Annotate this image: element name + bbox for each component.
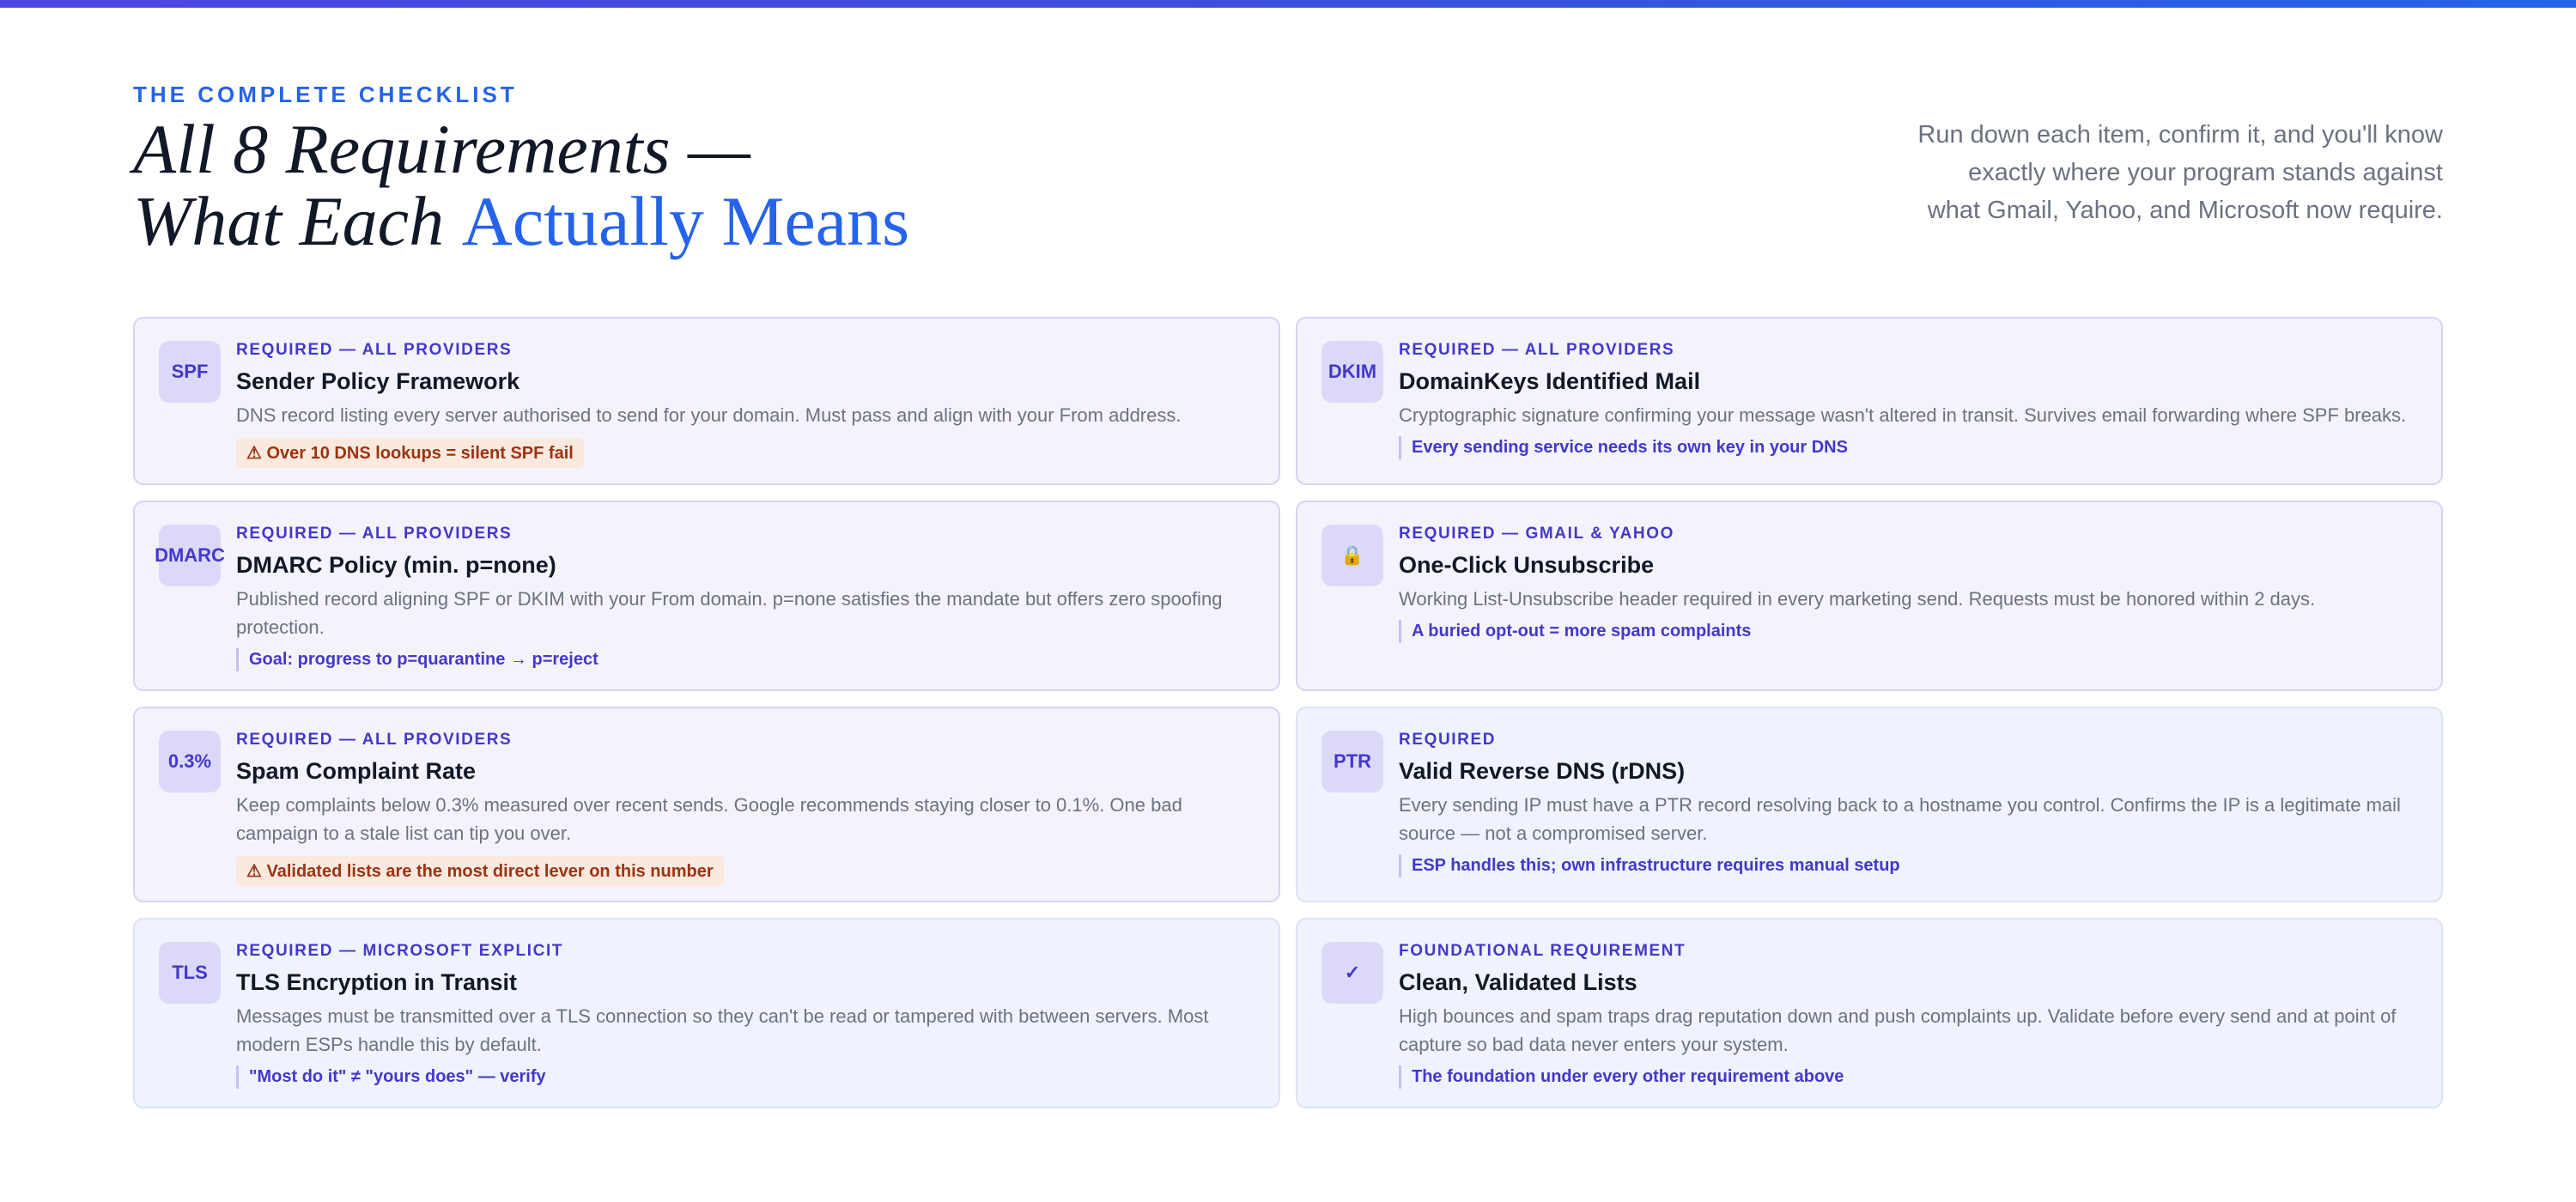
card-title: Clean, Validated Lists xyxy=(1399,969,1637,995)
info-callout: Every sending service needs its own key … xyxy=(1399,436,1848,459)
card-description: DNS record listing every server authoris… xyxy=(236,404,1182,426)
card-label: REQUIRED — MICROSOFT EXPLICIT xyxy=(236,942,564,960)
checkmark-icon: ✓ xyxy=(1321,942,1383,1004)
title-line-2: What Each xyxy=(133,182,462,260)
lock-icon: 🔒 xyxy=(1321,525,1383,586)
info-callout: Goal: progress to p=quarantine → p=rejec… xyxy=(236,648,598,671)
card-spam-complaint: 0.3% REQUIRED — ALL PROVIDERS Spam Compl… xyxy=(133,707,1280,902)
card-title: One-Click Unsubscribe xyxy=(1399,552,1655,578)
card-clean-lists: ✓ FOUNDATIONAL REQUIREMENT Clean, Valida… xyxy=(1296,918,2443,1108)
card-title: TLS Encryption in Transit xyxy=(236,969,518,995)
page-header: THE COMPLETE CHECKLIST All 8 Requirement… xyxy=(133,0,2443,318)
tls-badge: TLS xyxy=(159,942,221,1004)
card-dkim: DKIM REQUIRED — ALL PROVIDERS DomainKeys… xyxy=(1296,317,2443,485)
card-label: REQUIRED — ALL PROVIDERS xyxy=(236,525,513,543)
info-callout: A buried opt-out = more spam complaints xyxy=(1399,620,1751,643)
card-description: Every sending IP must have a PTR record … xyxy=(1399,794,2401,844)
card-label: REQUIRED — ALL PROVIDERS xyxy=(1399,341,1675,359)
card-tls: TLS REQUIRED — MICROSOFT EXPLICIT TLS En… xyxy=(133,918,1280,1108)
card-label: REQUIRED — ALL PROVIDERS xyxy=(236,341,513,359)
right-column: DKIM REQUIRED — ALL PROVIDERS DomainKeys… xyxy=(1296,317,2443,1108)
card-label: REQUIRED — GMAIL & YAHOO xyxy=(1399,525,1674,543)
left-column: SPF REQUIRED — ALL PROVIDERS Sender Poli… xyxy=(133,317,1280,1108)
card-label: FOUNDATIONAL REQUIREMENT xyxy=(1399,942,1686,960)
card-label: REQUIRED xyxy=(1399,731,1497,749)
card-unsubscribe: 🔒 REQUIRED — GMAIL & YAHOO One-Click Uns… xyxy=(1296,501,2443,691)
spf-badge: SPF xyxy=(159,341,221,403)
info-callout: ESP handles this; own infrastructure req… xyxy=(1399,854,1900,877)
card-description: Working List-Unsubscribe header required… xyxy=(1399,588,2316,610)
page: THE COMPLETE CHECKLIST All 8 Requirement… xyxy=(133,0,2443,1108)
card-description: Keep complaints below 0.3% measured over… xyxy=(236,794,1182,844)
card-label: REQUIRED — ALL PROVIDERS xyxy=(236,731,513,749)
card-dmarc: DMARC REQUIRED — ALL PROVIDERS DMARC Pol… xyxy=(133,501,1280,691)
card-title: Spam Complaint Rate xyxy=(236,758,477,784)
eyebrow-label: THE COMPLETE CHECKLIST xyxy=(133,82,518,107)
page-title: All 8 Requirements — What Each Actually … xyxy=(133,113,909,258)
card-ptr: PTR REQUIRED Valid Reverse DNS (rDNS) Ev… xyxy=(1296,707,2443,902)
spam-rate-badge: 0.3% xyxy=(159,731,221,792)
card-title: Sender Policy Framework xyxy=(236,368,520,394)
card-title: DomainKeys Identified Mail xyxy=(1399,368,1701,394)
dmarc-badge: DMARC xyxy=(155,525,225,586)
requirements-grid: SPF REQUIRED — ALL PROVIDERS Sender Poli… xyxy=(133,317,2443,1108)
warning-callout: ⚠ Over 10 DNS lookups = silent SPF fail xyxy=(236,438,584,468)
card-title: DMARC Policy (min. p=none) xyxy=(236,552,556,578)
card-description: High bounces and spam traps drag reputat… xyxy=(1399,1005,2397,1055)
title-accent: Actually Means xyxy=(461,182,910,260)
card-description: Messages must be transmitted over a TLS … xyxy=(236,1005,1209,1055)
info-callout: "Most do it" ≠ "yours does" — verify xyxy=(236,1065,546,1089)
title-line-1: All 8 Requirements — xyxy=(133,110,750,188)
card-title: Valid Reverse DNS (rDNS) xyxy=(1399,758,1686,784)
card-spf: SPF REQUIRED — ALL PROVIDERS Sender Poli… xyxy=(133,317,1280,485)
warning-callout: ⚠ Validated lists are the most direct le… xyxy=(236,856,724,886)
ptr-badge: PTR xyxy=(1321,731,1383,792)
intro-text: Run down each item, confirm it, and you'… xyxy=(1917,121,2443,224)
info-callout: The foundation under every other require… xyxy=(1399,1065,1844,1089)
card-description: Cryptographic signature confirming your … xyxy=(1399,404,2407,426)
card-description: Published record aligning SPF or DKIM wi… xyxy=(236,588,1223,638)
dkim-badge: DKIM xyxy=(1321,341,1383,403)
